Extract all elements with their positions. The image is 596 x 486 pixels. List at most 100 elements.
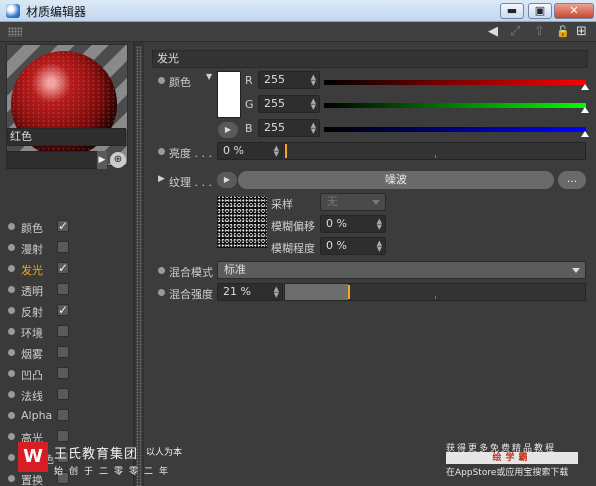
noise-thumbnail[interactable] <box>217 196 267 248</box>
channel-label[interactable]: 烟雾 <box>21 346 43 362</box>
channel-anim-dot[interactable] <box>8 328 15 335</box>
mix-strength-anim-dot[interactable] <box>158 289 165 296</box>
brightness-spinner-icon[interactable]: ▲ ▼ <box>274 145 279 158</box>
channel-label[interactable]: 法线 <box>21 388 43 404</box>
channel-anim-dot[interactable] <box>8 433 15 440</box>
b-spinner-icon[interactable]: ▲ ▼ <box>311 122 316 135</box>
mix-mode-dropdown[interactable]: 标准 <box>217 261 586 279</box>
mix-mode-anim-dot[interactable] <box>158 267 165 274</box>
search-arrow-icon[interactable]: ⇧ <box>534 24 545 39</box>
channel-row[interactable]: 凹凸 <box>8 365 128 383</box>
forward-arrow-icon[interactable]: ⤢ <box>510 24 520 39</box>
noise-shader-button[interactable]: 噪波 <box>238 171 554 189</box>
mix-strength-input[interactable]: 21 % ▲ ▼ <box>217 283 283 301</box>
channel-checkbox[interactable]: ✓ <box>57 220 69 232</box>
g-input[interactable]: 255 ▲ ▼ <box>258 95 320 113</box>
channel-row[interactable]: 发光 ✓ <box>8 260 128 278</box>
channel-anim-dot[interactable] <box>8 223 15 230</box>
channel-label[interactable]: 透明 <box>21 283 43 299</box>
channel-label[interactable]: 环境 <box>21 325 43 341</box>
channel-checkbox[interactable]: ✓ <box>57 262 69 274</box>
channel-label[interactable]: Alpha <box>21 409 52 422</box>
channel-anim-dot[interactable] <box>8 244 15 251</box>
r-input[interactable]: 255 ▲ ▼ <box>258 71 320 89</box>
brightness-slider[interactable] <box>284 142 586 160</box>
channel-row[interactable]: 透明 <box>8 281 128 299</box>
minimize-button[interactable]: ▬ <box>500 3 524 19</box>
r-spinner-icon[interactable]: ▲ ▼ <box>311 74 316 87</box>
blur-scale-spinner-icon[interactable]: ▲ ▼ <box>377 240 382 253</box>
splitter-grip-icon[interactable] <box>136 46 142 486</box>
layer-field[interactable] <box>6 151 106 169</box>
channel-row[interactable]: 法线 <box>8 386 128 404</box>
g-slider-knob[interactable] <box>581 107 589 113</box>
channel-row[interactable]: 环境 <box>8 323 128 341</box>
picker-icon[interactable]: ⊕ <box>110 152 126 168</box>
add-window-icon[interactable]: ⊞ <box>576 24 587 39</box>
back-arrow-icon[interactable]: ◀ <box>488 24 498 39</box>
brightness-slider-knob[interactable] <box>285 144 287 158</box>
b-input[interactable]: 255 ▲ ▼ <box>258 119 320 137</box>
channel-anim-dot[interactable] <box>8 349 15 356</box>
r-slider[interactable] <box>324 80 589 90</box>
brightness-anim-dot[interactable] <box>158 148 165 155</box>
channel-checkbox[interactable] <box>57 388 69 400</box>
channel-label[interactable]: 置换 <box>21 472 43 486</box>
b-slider-knob[interactable] <box>581 131 589 137</box>
g-slider[interactable] <box>324 103 589 113</box>
r-slider-knob[interactable] <box>581 84 589 90</box>
channel-row[interactable]: 反射 ✓ <box>8 302 128 320</box>
lock-icon[interactable]: 🔓 <box>556 25 570 38</box>
channel-label[interactable]: 凹凸 <box>21 367 43 383</box>
channel-checkbox[interactable] <box>57 241 69 253</box>
g-spinner-icon[interactable]: ▲ ▼ <box>311 98 316 111</box>
layer-arrow-icon[interactable]: ▶ <box>97 151 107 169</box>
channel-anim-dot[interactable] <box>8 454 15 461</box>
color-expand-icon[interactable]: ▼ <box>206 72 212 81</box>
close-button[interactable]: ✕ <box>554 3 594 19</box>
channel-checkbox[interactable] <box>57 346 69 358</box>
channel-anim-dot[interactable] <box>8 286 15 293</box>
mix-strength-spinner-icon[interactable]: ▲ ▼ <box>274 286 279 299</box>
blur-scale-input[interactable]: 0 % ▲ ▼ <box>320 237 386 255</box>
channel-label[interactable]: 发光 <box>21 262 43 278</box>
blur-offset-spinner-icon[interactable]: ▲ ▼ <box>377 218 382 231</box>
channel-checkbox[interactable] <box>57 367 69 379</box>
texture-popup-icon[interactable]: ▶ <box>217 172 237 188</box>
channel-checkbox[interactable] <box>57 325 69 337</box>
channel-checkbox[interactable] <box>57 430 69 442</box>
channel-label[interactable]: 颜色 <box>21 220 43 236</box>
b-slider[interactable] <box>324 127 589 137</box>
panel-splitter[interactable] <box>134 42 144 486</box>
channel-anim-dot[interactable] <box>8 265 15 272</box>
mix-strength-slider-fill <box>285 284 348 300</box>
channel-anim-dot[interactable] <box>8 307 15 314</box>
material-preview[interactable] <box>6 44 128 166</box>
channel-anim-dot[interactable] <box>8 391 15 398</box>
texture-more-button[interactable]: ... <box>558 171 586 189</box>
maximize-button[interactable]: ▣ <box>528 3 552 19</box>
mix-strength-slider[interactable] <box>284 283 586 301</box>
blur-offset-input[interactable]: 0 % ▲ ▼ <box>320 215 386 233</box>
toolbar-grip-icon[interactable] <box>8 27 22 37</box>
material-name-field[interactable]: 红色 <box>6 128 126 146</box>
channel-checkbox[interactable]: ✓ <box>57 304 69 316</box>
mix-strength-slider-knob[interactable] <box>348 285 350 299</box>
channel-checkbox[interactable] <box>57 283 69 295</box>
chevron-down-icon[interactable] <box>572 268 580 273</box>
color-popup-icon[interactable]: ▶ <box>218 122 238 138</box>
channel-row[interactable]: 漫射 <box>8 239 128 257</box>
channel-label[interactable]: 漫射 <box>21 241 43 257</box>
channel-row[interactable]: 烟雾 <box>8 344 128 362</box>
color-anim-dot[interactable] <box>158 77 165 84</box>
channel-anim-dot[interactable] <box>8 412 15 419</box>
channel-label[interactable]: 反射 <box>21 304 43 320</box>
channel-row[interactable]: Alpha <box>8 407 128 425</box>
channel-anim-dot[interactable] <box>8 475 15 482</box>
channel-row[interactable]: 颜色 ✓ <box>8 218 128 236</box>
texture-expand-icon[interactable]: ▶ <box>158 174 165 184</box>
channel-anim-dot[interactable] <box>8 370 15 377</box>
channel-checkbox[interactable] <box>57 409 69 421</box>
brightness-input[interactable]: 0 % ▲ ▼ <box>217 142 283 160</box>
color-swatch[interactable] <box>217 71 241 118</box>
